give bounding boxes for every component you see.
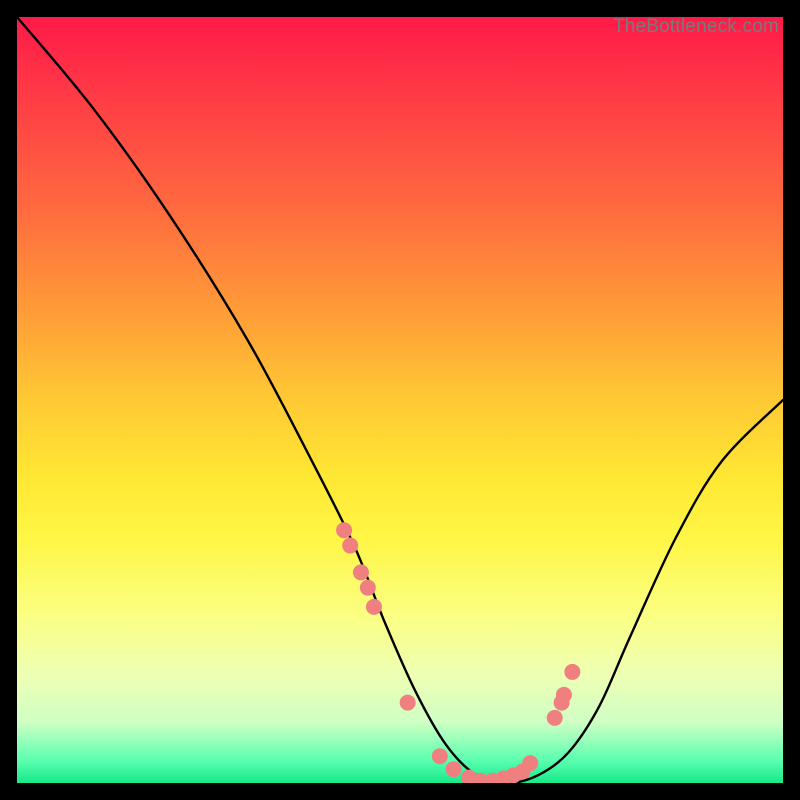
scatter-dot (564, 664, 580, 680)
scatter-dot (366, 599, 382, 615)
scatter-dots (336, 522, 580, 783)
scatter-dot (547, 710, 563, 726)
scatter-dot (400, 695, 416, 711)
scatter-dot (336, 522, 352, 538)
scatter-dot (353, 564, 369, 580)
chart-frame: TheBottleneck.com (0, 0, 800, 800)
plot-area: TheBottleneck.com (17, 17, 783, 783)
chart-svg (17, 17, 783, 783)
scatter-dot (342, 538, 358, 554)
scatter-dot (360, 580, 376, 596)
scatter-dot (556, 687, 572, 703)
bottleneck-curve (17, 17, 783, 783)
scatter-dot (522, 755, 538, 771)
scatter-dot (432, 748, 448, 764)
scatter-dot (446, 761, 462, 777)
